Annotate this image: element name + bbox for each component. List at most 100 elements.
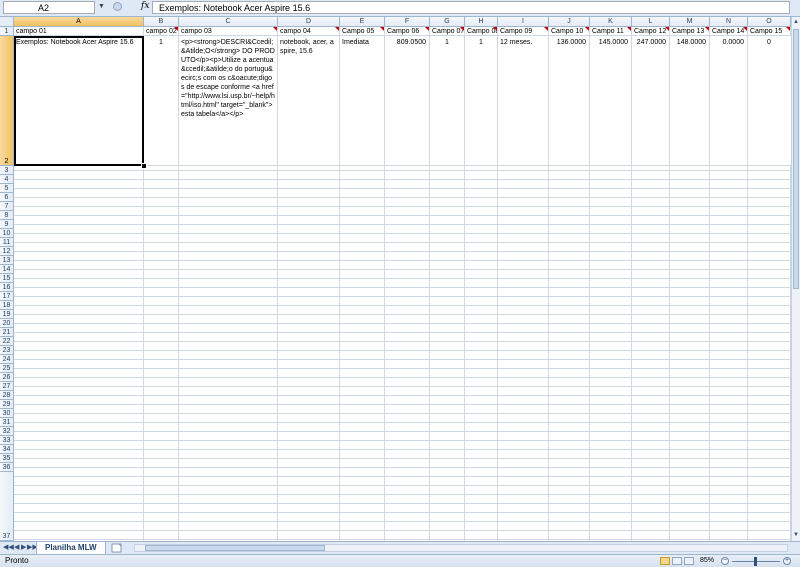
row-header[interactable]: 23	[0, 346, 14, 355]
cell-k2[interactable]: 145.0000	[590, 38, 631, 47]
comment-indicator-icon[interactable]	[335, 27, 339, 31]
row-header[interactable]: 9	[0, 220, 14, 229]
row-header[interactable]: 28	[0, 391, 14, 400]
cell-b1[interactable]: campo 02	[144, 27, 178, 36]
comment-indicator-icon[interactable]	[273, 27, 277, 31]
column-header-c[interactable]: C	[179, 17, 278, 27]
cell-g1[interactable]: Campo 07	[430, 27, 464, 36]
row-header[interactable]: 35	[0, 454, 14, 463]
cell-o1[interactable]: Campo 15	[748, 27, 790, 36]
column-header-l[interactable]: L	[632, 17, 670, 27]
row-header[interactable]: 20	[0, 319, 14, 328]
name-box[interactable]: A2	[3, 1, 95, 14]
row-header[interactable]: 16	[0, 283, 14, 292]
cell-a1[interactable]: campo 01	[14, 27, 143, 36]
column-header-i[interactable]: I	[498, 17, 549, 27]
cell-i2[interactable]: 12 meses.	[498, 38, 548, 47]
first-sheet-icon[interactable]: ◀◀	[3, 543, 14, 553]
page-break-preview-icon[interactable]	[684, 557, 694, 565]
row-header[interactable]: 32	[0, 427, 14, 436]
row-header[interactable]: 6	[0, 193, 14, 202]
zoom-out-icon[interactable]: −	[721, 557, 729, 565]
cell-n2[interactable]: 0.0000	[710, 38, 747, 47]
comment-indicator-icon[interactable]	[585, 27, 589, 31]
cell-g2[interactable]: 1	[430, 38, 464, 47]
row-header[interactable]: 11	[0, 238, 14, 247]
row-header[interactable]: 18	[0, 301, 14, 310]
vertical-scrollbar[interactable]: ▲ ▼	[791, 17, 800, 541]
cell-j1[interactable]: Campo 10	[549, 27, 589, 36]
row-header[interactable]: 36	[0, 463, 14, 472]
cell-e2[interactable]: Imediata	[340, 38, 384, 47]
horizontal-scrollbar[interactable]	[134, 544, 788, 552]
column-header-j[interactable]: J	[549, 17, 590, 27]
row-header[interactable]: 12	[0, 247, 14, 256]
select-all-corner[interactable]	[0, 17, 14, 27]
row-header[interactable]: 19	[0, 310, 14, 319]
cell-o2[interactable]: 0	[748, 38, 790, 47]
vertical-scroll-thumb[interactable]	[793, 29, 799, 289]
formula-input[interactable]: Exemplos: Notebook Acer Aspire 15.6	[152, 1, 790, 14]
formula-bar-resize-icon[interactable]	[113, 2, 122, 11]
scroll-down-icon[interactable]: ▼	[792, 531, 800, 540]
cell-d1[interactable]: campo 04	[278, 27, 339, 36]
row-header[interactable]: 37	[0, 472, 14, 541]
normal-view-icon[interactable]	[660, 557, 670, 565]
next-sheet-icon[interactable]: ▶	[21, 543, 26, 553]
row-header[interactable]: 1	[0, 27, 14, 36]
row-header[interactable]: 33	[0, 436, 14, 445]
name-box-dropdown-icon[interactable]: ▼	[98, 3, 105, 10]
cell-d2[interactable]: notebook, acer, aspire, 15.6	[278, 38, 339, 165]
column-header-o[interactable]: O	[748, 17, 791, 27]
row-header[interactable]: 14	[0, 265, 14, 274]
zoom-level[interactable]: 85%	[700, 555, 714, 567]
comment-indicator-icon[interactable]	[493, 27, 497, 31]
row-header[interactable]: 29	[0, 400, 14, 409]
fill-handle[interactable]	[141, 163, 147, 169]
column-header-m[interactable]: M	[670, 17, 710, 27]
row-header[interactable]: 22	[0, 337, 14, 346]
comment-indicator-icon[interactable]	[705, 27, 709, 31]
row-header[interactable]: 4	[0, 175, 14, 184]
comment-indicator-icon[interactable]	[665, 27, 669, 31]
horizontal-scroll-thumb[interactable]	[145, 545, 325, 551]
cell-c1[interactable]: campo 03	[179, 27, 277, 36]
column-header-b[interactable]: B	[144, 17, 179, 27]
row-header[interactable]: 8	[0, 211, 14, 220]
comment-indicator-icon[interactable]	[743, 27, 747, 31]
insert-function-icon[interactable]: fx	[141, 1, 149, 11]
column-header-k[interactable]: K	[590, 17, 632, 27]
cell-j2[interactable]: 136.0000	[549, 38, 589, 47]
cell-f2[interactable]: 809.0500	[385, 38, 429, 47]
comment-indicator-icon[interactable]	[174, 27, 178, 31]
row-header[interactable]: 25	[0, 364, 14, 373]
row-header[interactable]: 3	[0, 166, 14, 175]
comment-indicator-icon[interactable]	[544, 27, 548, 31]
row-header[interactable]: 21	[0, 328, 14, 337]
page-layout-view-icon[interactable]	[672, 557, 682, 565]
cell-m1[interactable]: Campo 13	[670, 27, 709, 36]
cell-l1[interactable]: Campo 12	[632, 27, 669, 36]
cell-k1[interactable]: Campo 11	[590, 27, 631, 36]
row-header[interactable]: 30	[0, 409, 14, 418]
cell-a2[interactable]: Exemplos: Notebook Acer Aspire 15.6	[14, 38, 143, 165]
row-header[interactable]: 5	[0, 184, 14, 193]
row-header[interactable]: 24	[0, 355, 14, 364]
cell-e1[interactable]: Campo 05	[340, 27, 384, 36]
column-header-d[interactable]: D	[278, 17, 340, 27]
zoom-in-icon[interactable]: +	[783, 557, 791, 565]
row-header[interactable]: 10	[0, 229, 14, 238]
column-header-g[interactable]: G	[430, 17, 465, 27]
row-header[interactable]: 15	[0, 274, 14, 283]
column-header-h[interactable]: H	[465, 17, 498, 27]
comment-indicator-icon[interactable]	[425, 27, 429, 31]
cell-l2[interactable]: 247.0000	[632, 38, 669, 47]
comment-indicator-icon[interactable]	[380, 27, 384, 31]
prev-sheet-icon[interactable]: ◀	[14, 543, 19, 553]
comment-indicator-icon[interactable]	[460, 27, 464, 31]
row-header[interactable]: 34	[0, 445, 14, 454]
scroll-up-icon[interactable]: ▲	[792, 18, 800, 27]
row-header-selected[interactable]: 2	[0, 36, 14, 166]
comment-indicator-icon[interactable]	[786, 27, 790, 31]
row-header[interactable]: 7	[0, 202, 14, 211]
